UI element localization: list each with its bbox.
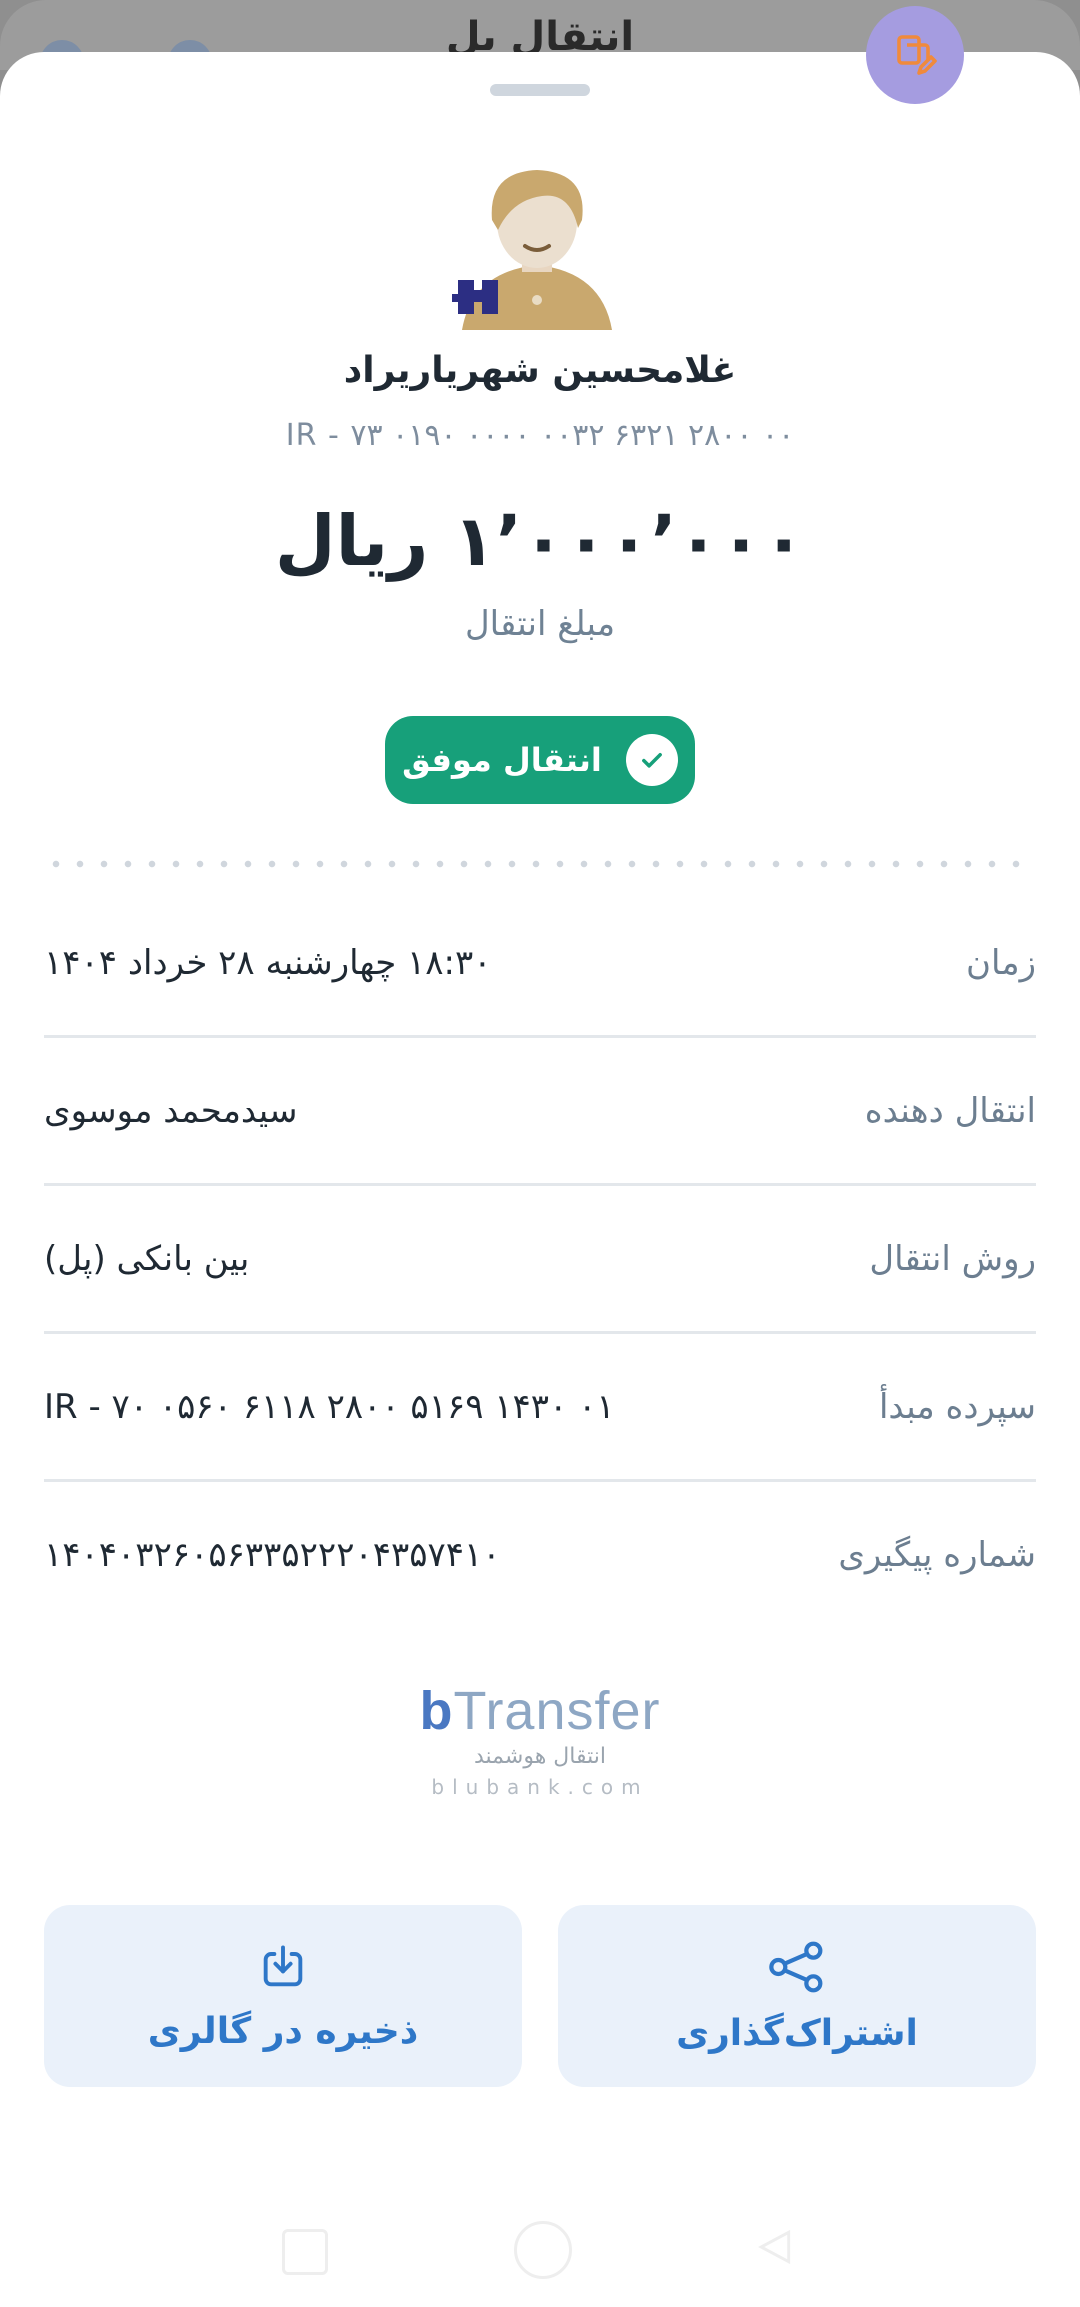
detail-row-tracking-number: شماره پیگیری ۱۴۰۴۰۳۲۶۰۵۶۳۳۵۲۲۲۰۴۳۵۷۴۱۰ bbox=[44, 1482, 1036, 1627]
detail-label: روش انتقال bbox=[869, 1238, 1036, 1279]
detail-value: IR - ۷۰ ۰۵۶۰ ۶۱۱۸ ۲۸۰۰ ۵۱۶۹ ۱۴۳۰ ۰۱ bbox=[44, 1386, 615, 1427]
transfer-amount-label: مبلغ انتقال bbox=[464, 604, 616, 644]
transfer-amount: ۱٬۰۰۰٬۰۰۰ ریال bbox=[274, 500, 806, 582]
btransfer-logo: bTransfer انتقال هوشمند blubank.com bbox=[0, 1680, 1080, 1799]
check-icon bbox=[625, 734, 678, 786]
back-nav-icon[interactable] bbox=[752, 2225, 796, 2269]
download-icon bbox=[263, 1945, 303, 1986]
detail-label: انتقال دهنده bbox=[864, 1090, 1036, 1131]
copy-edit-button[interactable] bbox=[866, 6, 964, 104]
detail-value: بین بانکی (پل) bbox=[44, 1238, 250, 1279]
recent-apps-icon[interactable] bbox=[282, 2229, 328, 2275]
share-icon bbox=[769, 1941, 823, 1992]
share-button-label: اشتراک‌گذاری bbox=[676, 2012, 918, 2054]
system-navigation-bar bbox=[0, 2215, 1080, 2279]
logo-b: b bbox=[419, 1681, 454, 1741]
detail-row-time: زمان ۱۸:۳۰ چهارشنبه ۲۸ خرداد ۱۴۰۴ bbox=[44, 890, 1036, 1038]
copy-edit-icon bbox=[897, 35, 937, 75]
details-list: زمان ۱۸:۳۰ چهارشنبه ۲۸ خرداد ۱۴۰۴ انتقال… bbox=[44, 890, 1036, 1627]
recipient-iban: IR - ۷۳ ۰۱۹۰ ۰۰۰۰ ۰۰۳۲ ۶۳۲۱ ۲۸۰۰ ۰۰ bbox=[285, 418, 795, 453]
logo-text: Transfer bbox=[453, 1681, 661, 1741]
detail-value: ۱۴۰۴۰۳۲۶۰۵۶۳۳۵۲۲۲۰۴۳۵۷۴۱۰ bbox=[44, 1534, 501, 1575]
drag-handle[interactable] bbox=[490, 84, 590, 96]
recipient-avatar bbox=[452, 170, 612, 330]
detail-label: شماره پیگیری bbox=[838, 1534, 1036, 1575]
detail-row-sender: انتقال دهنده سیدمحمد موسوی bbox=[44, 1038, 1036, 1186]
dotted-divider bbox=[44, 860, 1034, 868]
detail-label: زمان bbox=[966, 942, 1036, 983]
logo-url: blubank.com bbox=[431, 1775, 649, 1799]
home-icon[interactable] bbox=[514, 2221, 572, 2279]
save-to-gallery-button[interactable]: ذخیره در گالری bbox=[44, 1905, 522, 2087]
recipient-name: غلامحسین شهریاریراد bbox=[343, 350, 737, 391]
detail-value: سیدمحمد موسوی bbox=[44, 1090, 298, 1131]
logo-tagline: انتقال هوشمند bbox=[474, 1744, 606, 1769]
save-button-label: ذخیره در گالری bbox=[147, 2010, 419, 2052]
status-badge: انتقال موفق bbox=[385, 716, 695, 804]
detail-value: ۱۸:۳۰ چهارشنبه ۲۸ خرداد ۱۴۰۴ bbox=[44, 942, 492, 983]
detail-row-source-account: سپرده مبدأ IR - ۷۰ ۰۵۶۰ ۶۱۱۸ ۲۸۰۰ ۵۱۶۹ ۱… bbox=[44, 1334, 1036, 1482]
share-button[interactable]: اشتراک‌گذاری bbox=[558, 1905, 1036, 2087]
status-label: انتقال موفق bbox=[402, 741, 602, 779]
detail-label: سپرده مبدأ bbox=[878, 1386, 1036, 1427]
detail-row-method: روش انتقال بین بانکی (پل) bbox=[44, 1186, 1036, 1334]
